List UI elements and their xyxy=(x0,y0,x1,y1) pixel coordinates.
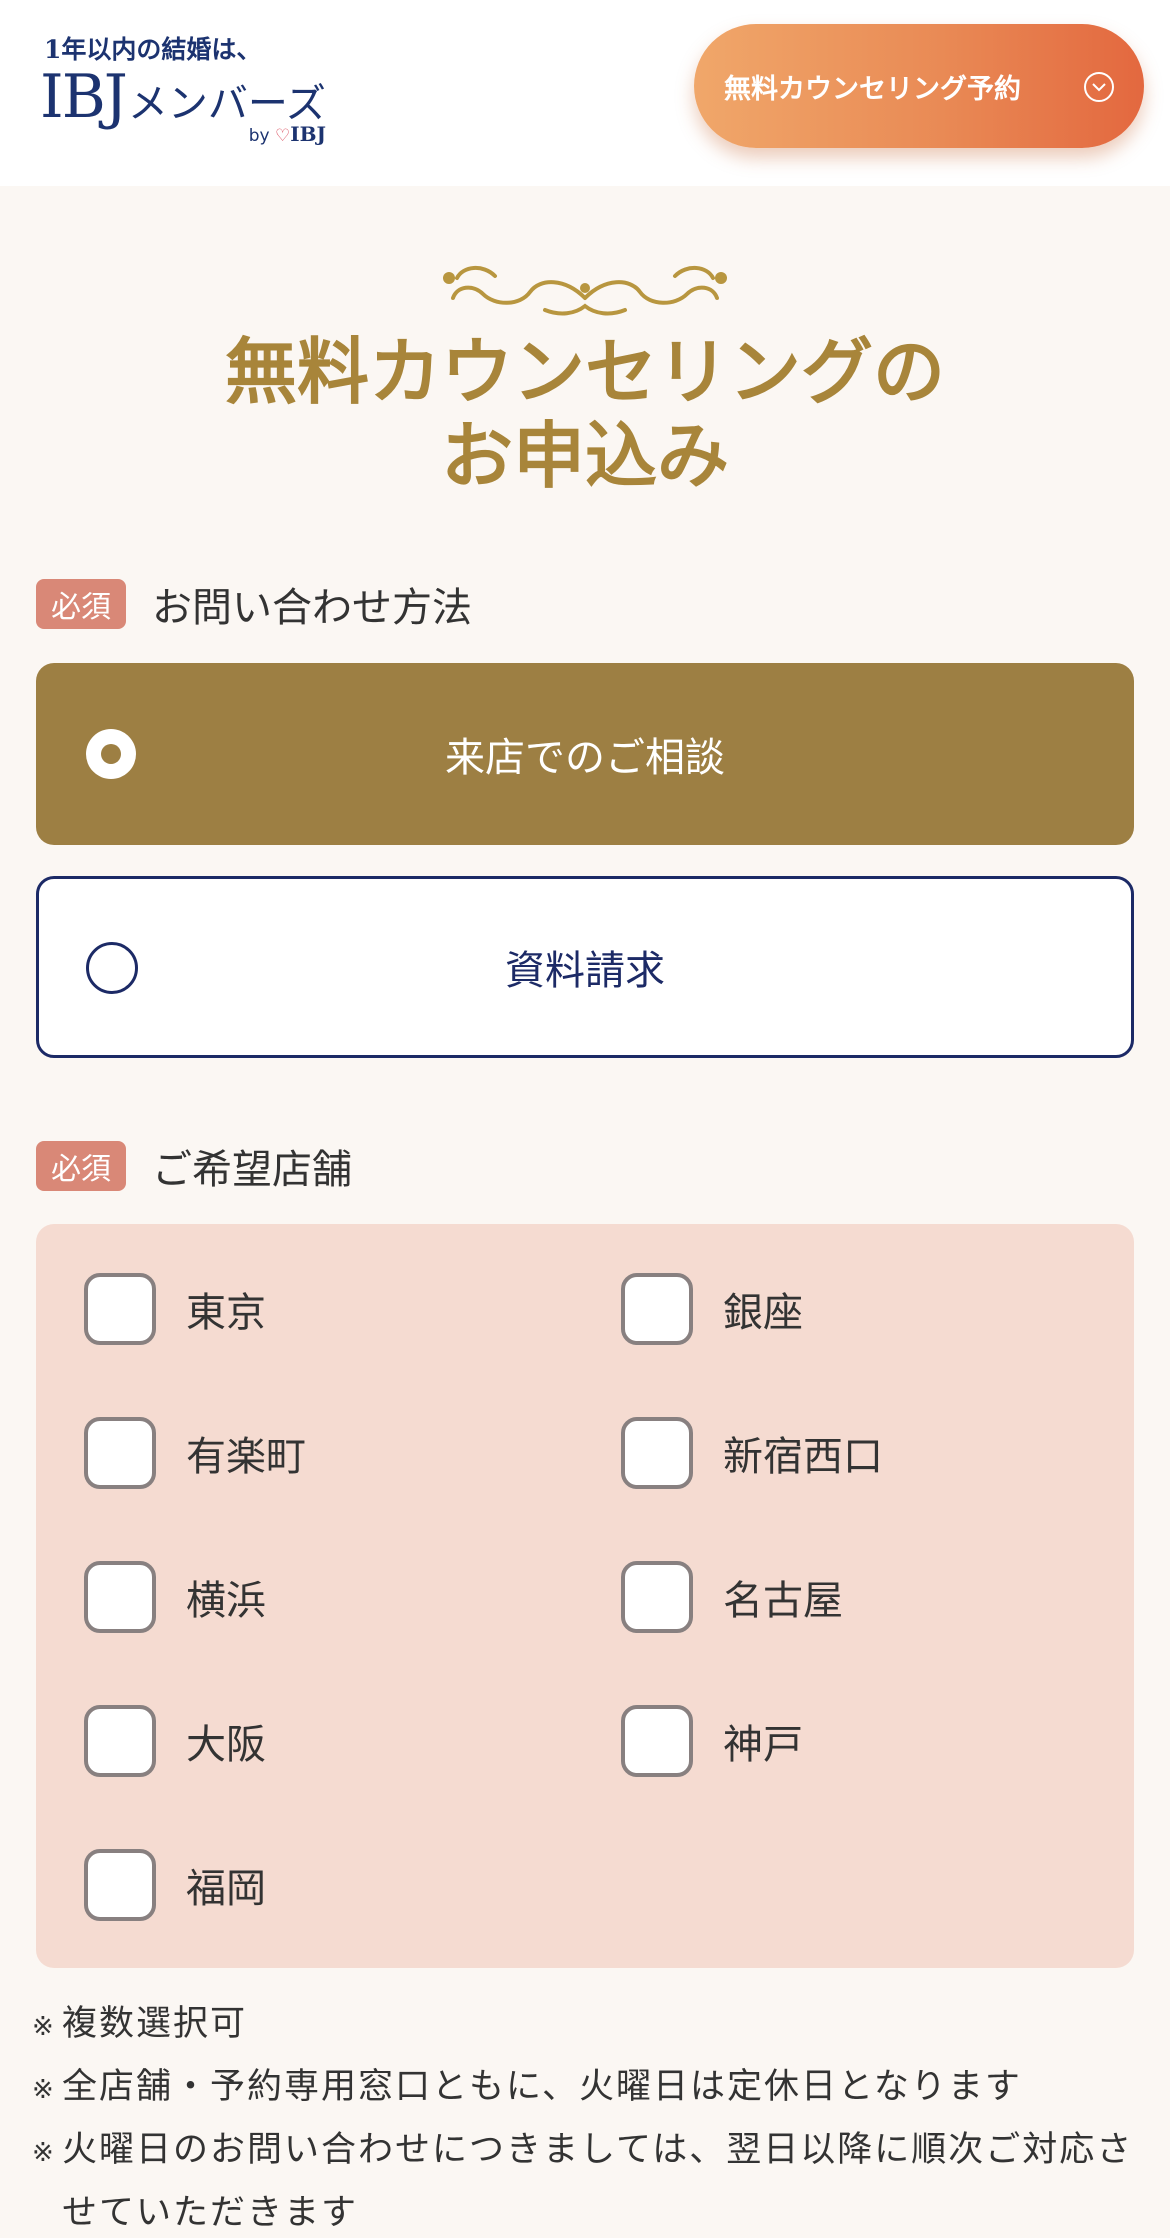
logo-brand-sub: メンバーズ xyxy=(127,81,326,127)
required-badge: 必須 xyxy=(36,579,126,629)
store-option-yokohama[interactable]: 横浜 xyxy=(84,1560,266,1634)
site-header: 1年以内の結婚は、 IBJメンバーズ by ♡IBJ 無料カウンセリング予約 xyxy=(0,0,1170,186)
logo-by-prefix: by xyxy=(248,126,270,146)
store-option-label: 銀座 xyxy=(723,1290,803,1336)
store-option-label: 福岡 xyxy=(186,1866,266,1912)
contact-method-heading: 必須 お問い合わせ方法 xyxy=(36,578,472,631)
checkbox[interactable] xyxy=(621,1273,693,1345)
note-mark: ※ xyxy=(32,2075,56,2105)
store-option-label: 横浜 xyxy=(186,1578,266,1624)
store-option-yurakucho[interactable]: 有楽町 xyxy=(84,1416,306,1490)
logo-tagline: 1年以内の結婚は、 xyxy=(44,35,262,64)
logo-by-ibj: by ♡IBJ xyxy=(249,122,326,146)
checkbox[interactable] xyxy=(84,1561,156,1633)
checkbox[interactable] xyxy=(84,1417,156,1489)
page-title-line1: 無料カウンセリングの xyxy=(224,329,945,414)
store-checkbox-group: 東京 銀座 有楽町 新宿西口 横浜 名古屋 大阪 神戸 福岡 xyxy=(36,1224,1134,1968)
store-option-label: 東京 xyxy=(186,1290,266,1336)
note-text: 複数選択可 xyxy=(62,2004,248,2044)
radio-label: 資料請求 xyxy=(505,948,665,994)
cta-label: 無料カウンセリング予約 xyxy=(724,73,1021,105)
chevron-down-circle-icon xyxy=(1084,72,1114,102)
note-mark: ※ xyxy=(32,2012,56,2042)
store-option-label: 新宿西口 xyxy=(723,1434,883,1480)
store-option-nagoya[interactable]: 名古屋 xyxy=(621,1560,843,1634)
brand-logo[interactable]: 1年以内の結婚は、 IBJメンバーズ by ♡IBJ xyxy=(40,30,340,150)
note-text: 全店舗・予約専用窓口ともに、火曜日は定休日となります xyxy=(62,2067,1022,2107)
radio-request-brochure[interactable]: 資料請求 xyxy=(36,876,1134,1058)
radio-label: 来店でのご相談 xyxy=(445,735,725,781)
store-option-shinjuku-nishiguchi[interactable]: 新宿西口 xyxy=(621,1416,883,1490)
note-item: ※ 全店舗・予約専用窓口ともに、火曜日は定休日となります xyxy=(32,2057,1142,2120)
store-option-label: 有楽町 xyxy=(186,1434,306,1480)
logo-brand-main: IBJ xyxy=(40,62,128,132)
checkbox[interactable] xyxy=(621,1417,693,1489)
store-option-kobe[interactable]: 神戸 xyxy=(621,1704,803,1778)
store-option-label: 神戸 xyxy=(723,1722,803,1768)
flourish-ornament-icon xyxy=(443,266,727,316)
store-option-label: 大阪 xyxy=(186,1722,266,1768)
checkbox[interactable] xyxy=(84,1705,156,1777)
store-notes: ※ 複数選択可 ※ 全店舗・予約専用窓口ともに、火曜日は定休日となります ※ 火曜日の… xyxy=(32,1994,1142,2238)
store-option-osaka[interactable]: 大阪 xyxy=(84,1704,266,1778)
checkbox[interactable] xyxy=(84,1273,156,1345)
note-mark: ※ xyxy=(32,2138,56,2168)
store-heading: 必須 ご希望店舗 xyxy=(36,1140,352,1193)
heart-icon: ♡ xyxy=(275,126,291,146)
contact-method-label: お問い合わせ方法 xyxy=(152,585,472,631)
store-label: ご希望店舗 xyxy=(152,1147,352,1193)
page-title-line2: お申込み xyxy=(440,413,729,498)
note-text: 火曜日のお問い合わせにつきましては、翌日以降に順次ご対応させていただきます xyxy=(62,2130,1134,2233)
checkbox[interactable] xyxy=(84,1849,156,1921)
store-option-tokyo[interactable]: 東京 xyxy=(84,1272,266,1346)
checkbox[interactable] xyxy=(621,1561,693,1633)
store-option-fukuoka[interactable]: 福岡 xyxy=(84,1848,266,1922)
note-item: ※ 火曜日のお問い合わせにつきましては、翌日以降に順次ご対応させていただきます xyxy=(32,2120,1142,2238)
note-item: ※ 複数選択可 xyxy=(32,1994,1142,2057)
page-title: 無料カウンセリングの お申込み xyxy=(0,330,1170,498)
store-option-label: 名古屋 xyxy=(723,1578,843,1624)
checkbox[interactable] xyxy=(621,1705,693,1777)
free-counseling-reserve-button[interactable]: 無料カウンセリング予約 xyxy=(694,24,1144,148)
radio-visit-consultation[interactable]: 来店でのご相談 xyxy=(36,663,1134,845)
store-option-ginza[interactable]: 銀座 xyxy=(621,1272,803,1346)
required-badge: 必須 xyxy=(36,1141,126,1191)
logo-by-brand: IBJ xyxy=(290,122,326,146)
